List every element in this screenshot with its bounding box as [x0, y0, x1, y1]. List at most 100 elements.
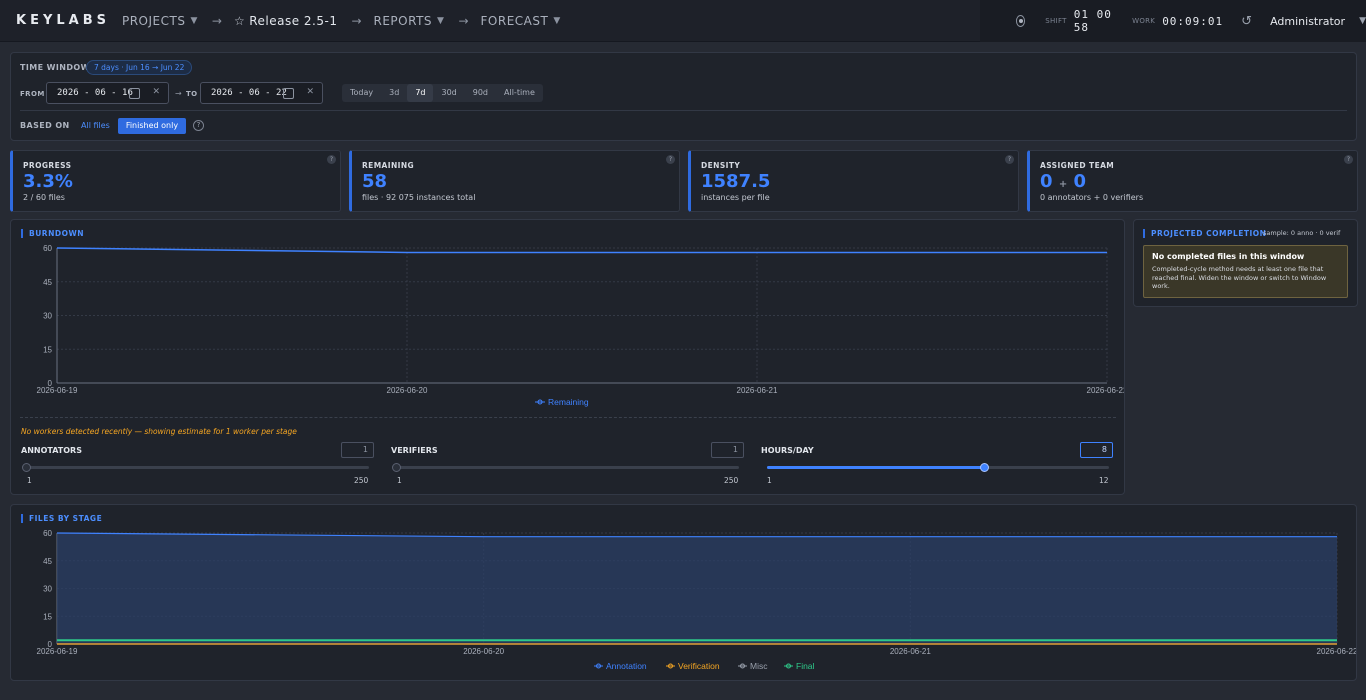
- projects-menu[interactable]: PROJECTS ▼: [122, 14, 198, 28]
- time-window-label: TIME WINDOW: [20, 63, 90, 72]
- finished-only-option[interactable]: Finished only: [117, 118, 187, 134]
- density-value: 1587.5: [701, 171, 771, 192]
- help-icon[interactable]: ?: [193, 120, 204, 131]
- files-by-stage-panel: FILES BY STAGE 0 15 30 45 60 2026-06-19 2026-0…: [10, 504, 1357, 681]
- annotation-area: [57, 533, 1337, 644]
- verifiers-label: VERIFIERS: [391, 446, 438, 455]
- annotators-count: 0: [1040, 171, 1053, 192]
- annotators-input[interactable]: 1: [341, 442, 374, 458]
- verifiers-min: 1: [397, 476, 402, 485]
- stage-x-tick-label: 2026-06-22: [1317, 647, 1356, 656]
- remaining-title: REMAINING: [362, 161, 415, 170]
- calendar-icon[interactable]: [283, 88, 294, 99]
- stage-y-tick-label: 30: [43, 585, 52, 594]
- stage-x-tick-label: 2026-06-20: [463, 647, 504, 656]
- preset-30d[interactable]: 30d: [433, 84, 464, 102]
- clear-icon[interactable]: ✕: [152, 87, 160, 97]
- stage-x-tick-label: 2026-06-21: [890, 647, 931, 656]
- burndown-y-tick-label: 45: [43, 278, 52, 287]
- divider: [20, 417, 1116, 418]
- release-menu[interactable]: ☆ Release 2.5-1: [234, 14, 338, 28]
- arrow-right-icon: →: [175, 89, 182, 98]
- density-card: DENSITY 1587.5 instances per file ?: [688, 150, 1019, 212]
- no-completed-notice: No completed files in this window Comple…: [1143, 245, 1348, 298]
- stage-y-tick-label: 45: [43, 557, 52, 566]
- hours-per-day-slider-thumb[interactable]: [980, 463, 989, 472]
- chevron-down-icon: ▼: [190, 15, 198, 26]
- verifiers-slider-track[interactable]: [395, 466, 739, 469]
- stage-x-tick-label: 2026-06-19: [37, 647, 78, 656]
- help-icon[interactable]: ?: [1344, 155, 1353, 164]
- to-date-value: 2026 - 06 - 22: [211, 88, 287, 98]
- record-icon[interactable]: [1016, 15, 1026, 27]
- release-label: Release 2.5-1: [249, 13, 338, 28]
- user-menu[interactable]: Administrator: [1270, 15, 1345, 28]
- preset-3d[interactable]: 3d: [381, 84, 407, 102]
- help-icon[interactable]: ?: [327, 155, 336, 164]
- all-files-option[interactable]: All files: [73, 118, 118, 134]
- progress-sub: 2 / 60 files: [23, 193, 65, 202]
- density-title: DENSITY: [701, 161, 741, 170]
- hours-per-day-max: 12: [1099, 476, 1109, 485]
- reports-menu[interactable]: REPORTS ▼: [374, 14, 445, 28]
- assigned-team-title: ASSIGNED TEAM: [1040, 161, 1115, 170]
- notice-body: Completed-cycle method needs at least on…: [1152, 265, 1327, 290]
- burndown-x-tick-label: 2026-06-20: [387, 386, 428, 395]
- assigned-team-value: 0 + 0: [1040, 171, 1086, 192]
- projected-sample: sample: 0 anno · 0 verif: [1263, 229, 1341, 237]
- remaining-card: REMAINING 58 files · 92 075 instances to…: [349, 150, 680, 212]
- annotators-slider-thumb[interactable]: [22, 463, 31, 472]
- burndown-y-tick-label: 30: [43, 312, 52, 321]
- verifiers-slider-thumb[interactable]: [392, 463, 401, 472]
- projected-completion-title: PROJECTED COMPLETION: [1143, 229, 1266, 238]
- projects-label: PROJECTS: [121, 13, 186, 28]
- star-icon[interactable]: ☆: [234, 14, 245, 28]
- arrow-right-icon: →: [458, 13, 469, 28]
- clear-icon[interactable]: ✕: [306, 87, 314, 97]
- annotators-slider-track[interactable]: [25, 466, 369, 469]
- plus-sign: +: [1058, 179, 1068, 190]
- files-by-stage-chart: 0153045602026-06-19 2026-06-20 2026-06-21 2…: [37, 529, 1356, 671]
- verification-legend-label: Verification: [678, 661, 720, 671]
- burndown-legend-label: Remaining: [548, 397, 589, 407]
- progress-title: PROGRESS: [23, 161, 72, 170]
- top-bar: KEYLABS PROJECTS ▼ → ☆ Release 2.5-1 → REP…: [0, 0, 1366, 42]
- brand-logo[interactable]: KEYLABS: [16, 13, 110, 28]
- chevron-down-icon[interactable]: ▼: [1359, 16, 1366, 26]
- to-date-field[interactable]: 2026 - 06 - 22 ✕: [200, 82, 323, 104]
- remaining-sub: files · 92 075 instances total: [362, 193, 476, 202]
- help-icon[interactable]: ?: [666, 155, 675, 164]
- arrow-right-icon: →: [211, 13, 222, 28]
- from-label: FROM: [20, 90, 45, 98]
- verifiers-input[interactable]: 1: [711, 442, 744, 458]
- hours-per-day-input[interactable]: 8: [1080, 442, 1113, 458]
- preset-all-time[interactable]: All-time: [496, 84, 543, 102]
- remaining-value: 58: [362, 171, 388, 192]
- reports-label: REPORTS: [373, 13, 433, 28]
- workers-warning: No workers detected recently — showing e…: [21, 427, 297, 436]
- help-icon[interactable]: ?: [1005, 155, 1014, 164]
- forecast-menu[interactable]: FORECAST ▼: [481, 14, 561, 28]
- verifiers-max: 250: [724, 476, 739, 485]
- chevron-down-icon: ▼: [553, 15, 561, 26]
- arrow-right-icon: →: [351, 13, 362, 28]
- burndown-series-line: [56, 247, 1107, 254]
- calendar-icon[interactable]: [129, 88, 140, 99]
- burndown-x-tick-label: 2026-06-19: [37, 386, 78, 395]
- time-window-badge: 7 days · Jun 16 → Jun 22: [86, 60, 193, 75]
- from-date-field[interactable]: 2026 - 06 - 16 ✕: [46, 82, 169, 104]
- from-date-value: 2026 - 06 - 16: [57, 88, 133, 98]
- burndown-y-tick-label: 15: [43, 345, 52, 354]
- preset-7d[interactable]: 7d: [407, 84, 434, 102]
- misc-legend-label: Misc: [750, 661, 768, 671]
- preset-90d[interactable]: 90d: [465, 84, 496, 102]
- preset-selector: Today 3d 7d 30d 90d All-time: [342, 84, 543, 102]
- preset-today[interactable]: Today: [342, 84, 381, 102]
- final-legend-label: Final: [796, 661, 815, 671]
- burndown-x-tick-label: 2026-06-21: [737, 386, 778, 395]
- hours-per-day-slider-fill: [767, 466, 985, 469]
- divider: [20, 110, 1347, 111]
- progress-value: 3.3%: [23, 171, 73, 192]
- work-timer: 00:09:01: [1162, 14, 1224, 28]
- history-icon[interactable]: ↺: [1241, 14, 1252, 29]
